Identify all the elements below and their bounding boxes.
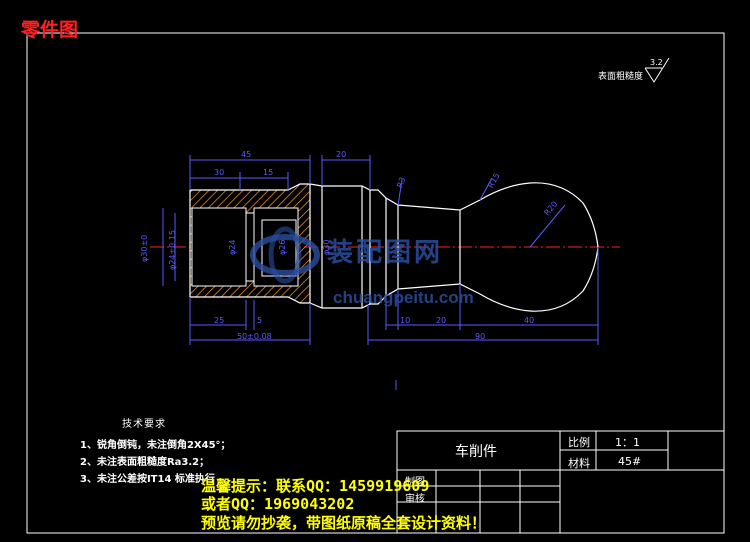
promo-line-3: 预览请勿抄袭，带图纸原稿全套设计资料！ — [201, 514, 487, 532]
part-name: 车削件 — [455, 444, 497, 460]
promo-line-2: 或者QQ：1969043202 — [201, 495, 355, 513]
scale-label: 比例 — [568, 436, 590, 449]
material-label: 材料 — [568, 457, 590, 470]
material-value: 45# — [618, 455, 642, 468]
scale-value: 1：1 — [615, 436, 640, 449]
